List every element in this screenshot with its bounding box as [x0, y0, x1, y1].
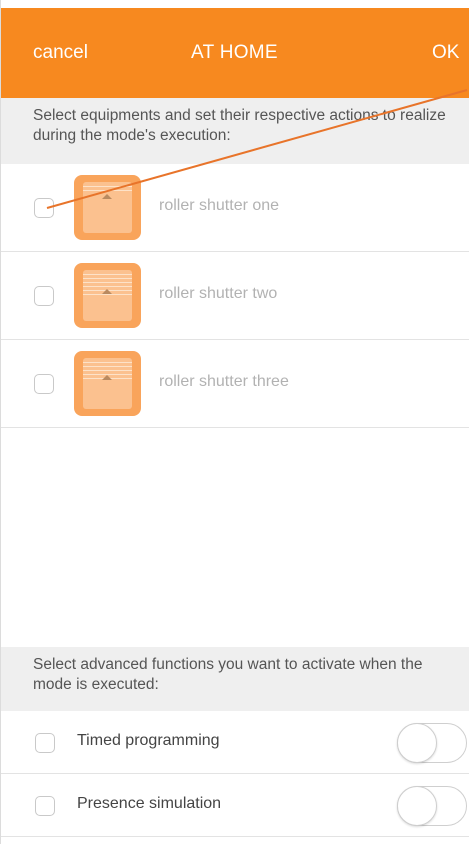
equipment-checkbox[interactable] — [34, 374, 54, 394]
cancel-button[interactable]: cancel — [33, 42, 88, 64]
toggle-knob — [397, 786, 437, 826]
presence-simulation-toggle[interactable] — [397, 786, 467, 826]
function-label: Presence simulation — [77, 795, 222, 812]
equipment-label: roller shutter one — [159, 197, 280, 214]
equipment-label: roller shutter three — [159, 373, 289, 390]
roller-shutter-icon — [74, 263, 141, 328]
advanced-functions-instructions: Select advanced functions you want to ac… — [1, 647, 469, 711]
function-row-timed-programming[interactable]: Timed programming — [1, 711, 469, 774]
equipment-instructions: Select equipments and set their respecti… — [1, 98, 469, 164]
function-checkbox[interactable] — [35, 733, 55, 753]
timed-programming-toggle[interactable] — [397, 723, 467, 763]
ok-button[interactable]: OK — [432, 42, 459, 64]
equipment-checkbox[interactable] — [34, 286, 54, 306]
equipment-checkbox[interactable] — [34, 198, 54, 218]
equipment-row-roller-shutter-one[interactable]: roller shutter one — [1, 164, 469, 252]
function-checkbox[interactable] — [35, 796, 55, 816]
function-row-presence-simulation[interactable]: Presence simulation — [1, 774, 469, 837]
top-bar: cancel AT HOME OK — [1, 8, 469, 98]
page-title: AT HOME — [191, 42, 278, 63]
mode-editor-screen: cancel AT HOME OK Select equipments and … — [0, 0, 469, 844]
roller-shutter-icon — [74, 175, 141, 240]
roller-shutter-icon — [74, 351, 141, 416]
toggle-knob — [397, 723, 437, 763]
function-label: Timed programming — [77, 732, 220, 749]
equipment-label: roller shutter two — [159, 285, 278, 302]
equipment-row-roller-shutter-two[interactable]: roller shutter two — [1, 252, 469, 340]
equipment-row-roller-shutter-three[interactable]: roller shutter three — [1, 340, 469, 428]
